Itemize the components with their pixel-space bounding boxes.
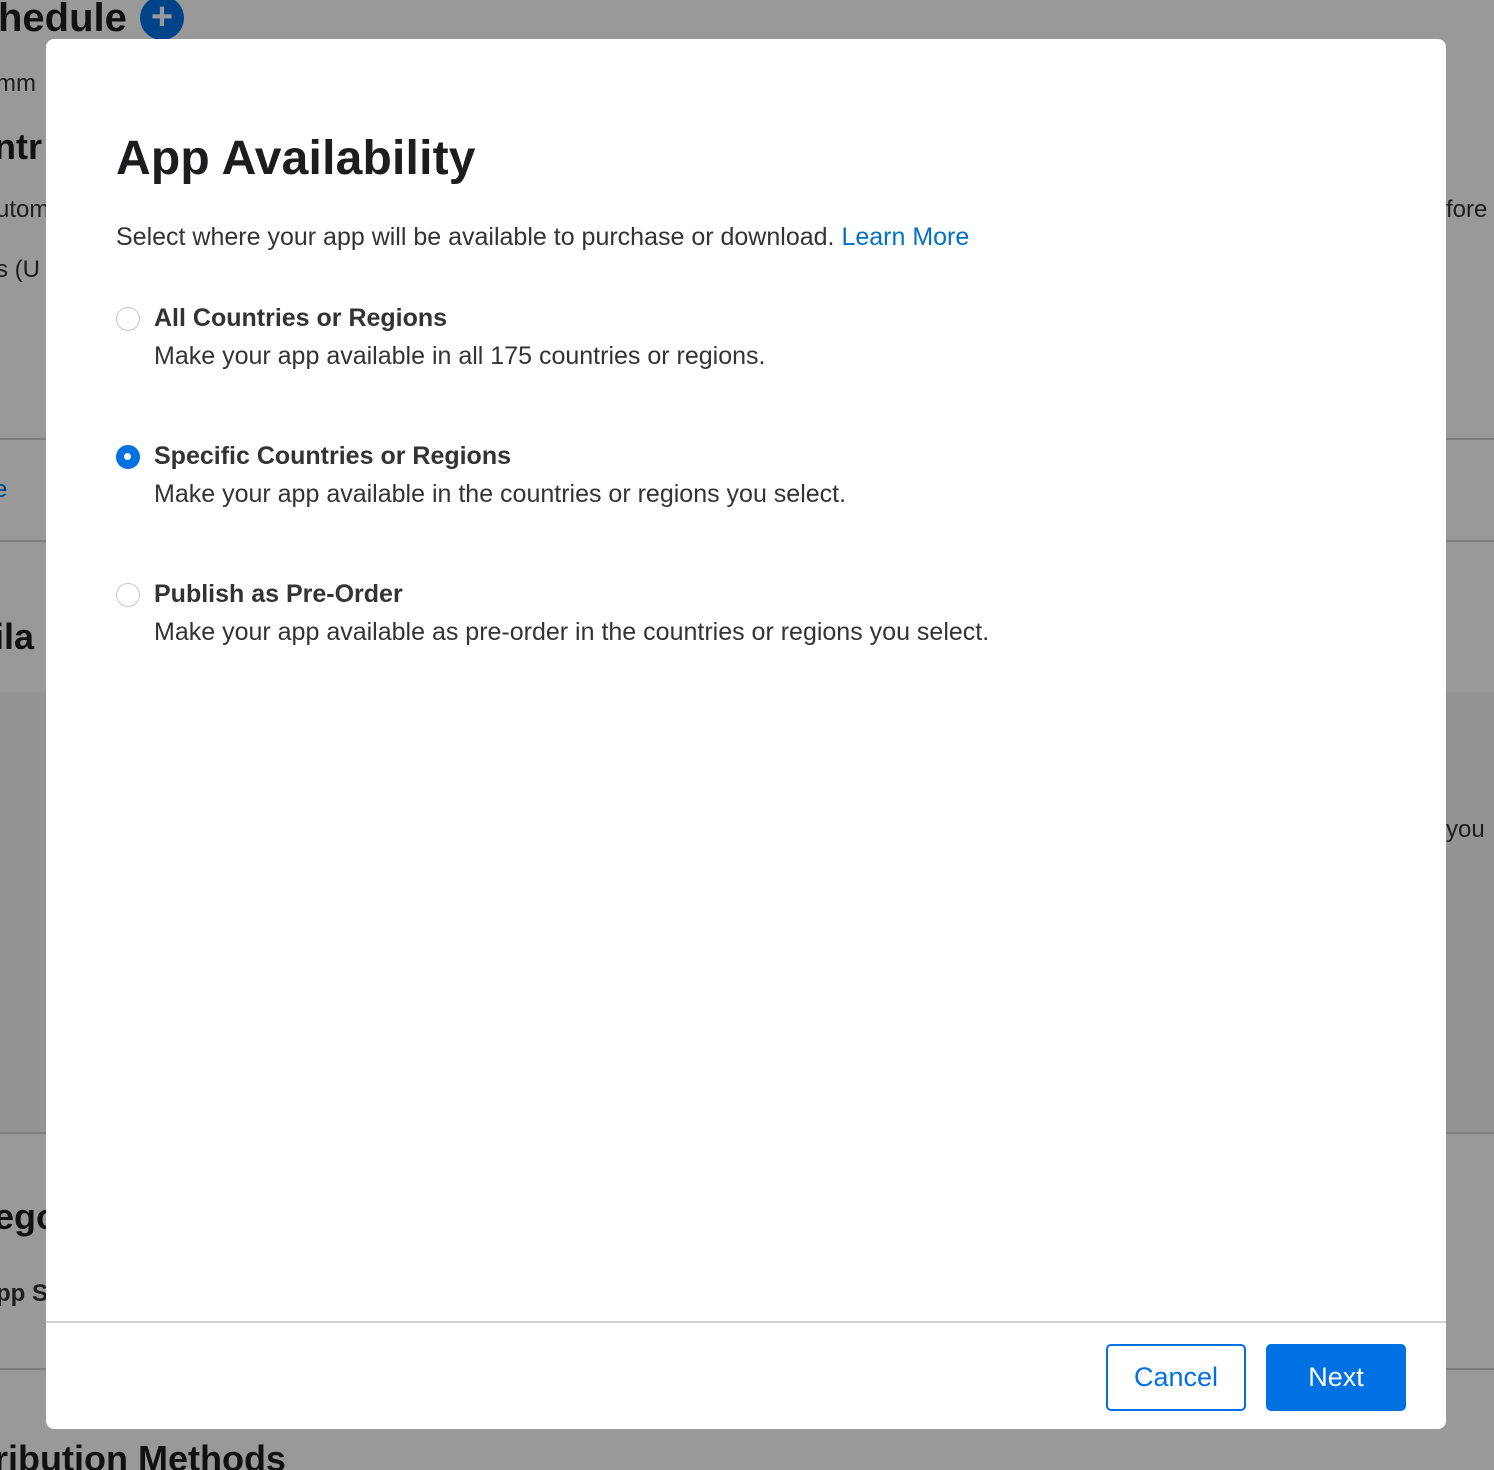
pre-order-radio[interactable] bbox=[116, 583, 140, 607]
learn-more-link[interactable]: Learn More bbox=[841, 223, 969, 251]
option-subtitle: Make your app available as pre-order in … bbox=[154, 618, 990, 646]
app-availability-dialog: App Availability Select where your app w… bbox=[46, 39, 1446, 1429]
option-specific-countries[interactable]: Specific Countries or Regions Make your … bbox=[116, 442, 1316, 512]
dialog-description: Select where your app will be available … bbox=[116, 223, 969, 252]
specific-countries-radio[interactable] bbox=[116, 445, 140, 469]
option-subtitle: Make your app available in all 175 count… bbox=[154, 342, 766, 370]
cancel-button[interactable]: Cancel bbox=[1106, 1344, 1246, 1411]
dialog-footer-divider bbox=[46, 1321, 1446, 1323]
option-pre-order[interactable]: Publish as Pre-Order Make your app avail… bbox=[116, 580, 1316, 650]
next-button[interactable]: Next bbox=[1266, 1344, 1406, 1411]
option-subtitle: Make your app available in the countries… bbox=[154, 480, 847, 508]
dialog-description-text: Select where your app will be available … bbox=[116, 223, 835, 251]
all-countries-radio[interactable] bbox=[116, 307, 140, 331]
option-title: Publish as Pre-Order bbox=[154, 580, 403, 608]
option-title: All Countries or Regions bbox=[154, 304, 448, 332]
option-title: Specific Countries or Regions bbox=[154, 442, 512, 470]
dialog-title: App Availability bbox=[116, 132, 476, 185]
option-all-countries[interactable]: All Countries or Regions Make your app a… bbox=[116, 304, 1316, 374]
